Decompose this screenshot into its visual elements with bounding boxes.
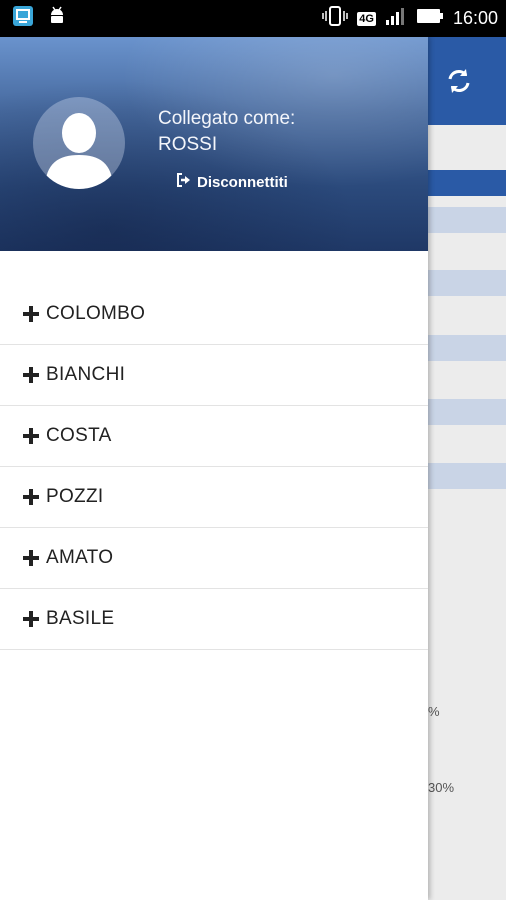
bg-percent-text: % — [428, 704, 440, 719]
plus-icon — [23, 489, 39, 505]
menu-item-bianchi[interactable]: BIANCHI — [0, 345, 428, 406]
battery-icon — [416, 7, 444, 30]
navigation-drawer: Collegato come: ROSSI Disconnettiti COLO… — [0, 37, 428, 900]
menu-item-label: BIANCHI — [46, 364, 126, 385]
logout-label: Disconnettiti — [197, 173, 288, 191]
menu-item-label: BASILE — [46, 608, 115, 629]
user-info: Collegato come: ROSSI — [158, 106, 295, 158]
refresh-icon[interactable] — [443, 65, 475, 97]
menu-item-label: COLOMBO — [46, 303, 146, 324]
menu-item-label: AMATO — [46, 547, 114, 568]
plus-icon — [23, 550, 39, 566]
menu-item-label: POZZI — [46, 486, 104, 507]
drawer-menu: COLOMBO BIANCHI COSTA POZZI AMATO BASILE — [0, 284, 428, 650]
vibrate-icon — [322, 6, 349, 31]
logout-icon — [176, 173, 191, 191]
menu-item-basile[interactable]: BASILE — [0, 589, 428, 650]
plus-icon — [23, 428, 39, 444]
menu-item-amato[interactable]: AMATO — [0, 528, 428, 589]
plus-icon — [23, 367, 39, 383]
menu-item-costa[interactable]: COSTA — [0, 406, 428, 467]
menu-item-pozzi[interactable]: POZZI — [0, 467, 428, 528]
bg-percent-text: 30% — [428, 780, 455, 795]
android-icon — [48, 5, 66, 32]
drawer-header: Collegato come: ROSSI Disconnettiti — [0, 37, 428, 251]
menu-item-label: COSTA — [46, 425, 112, 446]
menu-item-colombo[interactable]: COLOMBO — [0, 284, 428, 345]
status-clock: 16:00 — [452, 8, 498, 28]
network-type: 4G — [357, 11, 376, 26]
screenshot-app-icon — [12, 5, 34, 32]
logged-in-label: Collegato come: — [158, 108, 296, 129]
avatar — [33, 97, 125, 189]
plus-icon — [23, 611, 39, 627]
status-bar: 4G 16:00 — [0, 0, 506, 37]
user-name: ROSSI — [158, 134, 218, 155]
plus-icon — [23, 306, 39, 322]
logout-button[interactable]: Disconnettiti — [176, 173, 288, 191]
screen: 4G 16:00 % 30% Collegato come: ROSSI Dis… — [0, 0, 506, 900]
user-silhouette-icon — [45, 113, 113, 189]
signal-icon — [385, 6, 407, 31]
